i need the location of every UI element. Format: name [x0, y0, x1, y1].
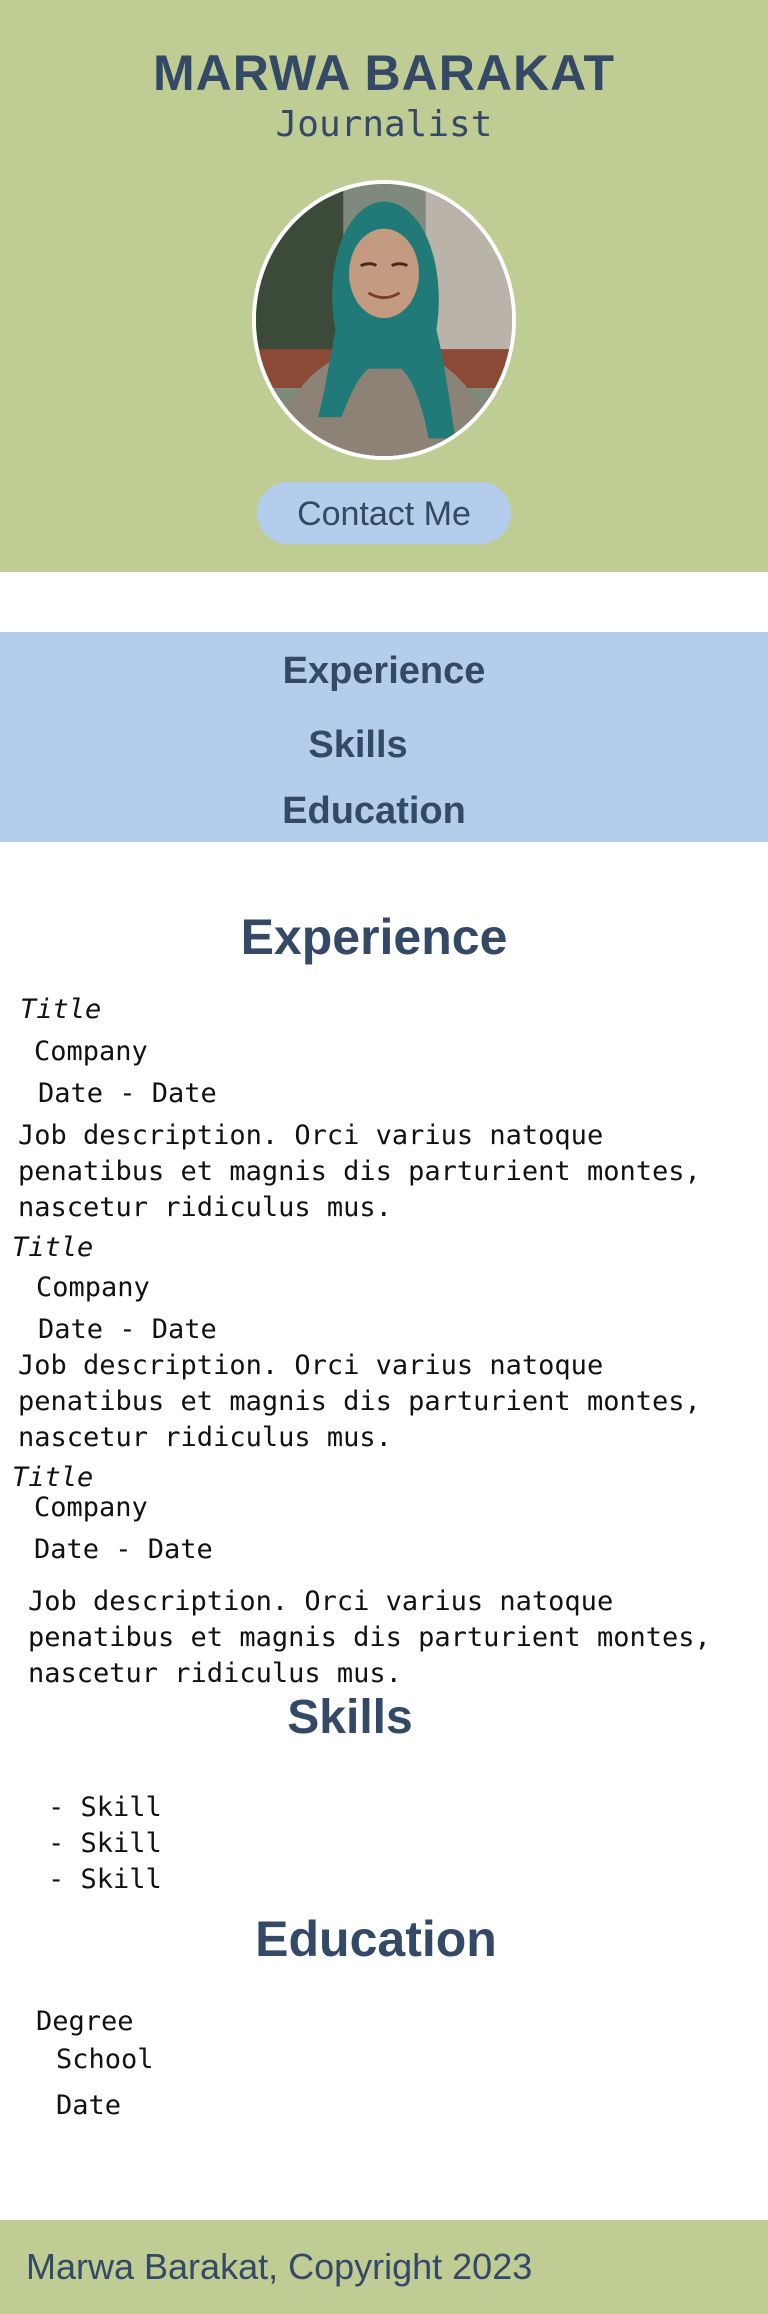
- experience-heading: Experience: [240, 909, 508, 965]
- profile-name: MARWA BARAKAT: [152, 45, 616, 101]
- job-dates: Date - Date: [38, 1078, 217, 1109]
- nav-link-skills[interactable]: Skills: [0, 724, 742, 767]
- nav-link-education[interactable]: Education: [0, 790, 758, 833]
- job-company: Company: [36, 1272, 150, 1303]
- job-company: Company: [34, 1492, 148, 1523]
- skill-item: - Skill: [48, 1828, 162, 1859]
- profile-header: MARWA BARAKAT Journalist Contact Me: [0, 0, 768, 572]
- job-dates: Date - Date: [34, 1534, 213, 1565]
- contact-me-button[interactable]: Contact Me: [257, 482, 511, 544]
- education-degree: Degree: [36, 2006, 134, 2037]
- job-description: Job description. Orci varius natoque pen…: [18, 1350, 701, 1453]
- job-title: Title: [20, 994, 102, 1025]
- education-school: School: [56, 2044, 154, 2075]
- skills-heading: Skills: [287, 1691, 413, 1744]
- education-date: Date: [56, 2090, 122, 2121]
- page-footer: Marwa Barakat, Copyright 2023: [0, 2220, 768, 2314]
- section-nav: Experience Skills Education: [0, 632, 768, 842]
- skill-item: - Skill: [48, 1792, 162, 1823]
- skill-item: - Skill: [48, 1864, 162, 1895]
- education-heading: Education: [255, 1911, 497, 1967]
- profile-photo-image: [256, 184, 512, 456]
- copyright-text: Marwa Barakat, Copyright 2023: [26, 2246, 533, 2287]
- job-description: Job description. Orci varius natoque pen…: [28, 1586, 711, 1689]
- job-dates: Date - Date: [38, 1314, 217, 1345]
- job-company: Company: [34, 1036, 148, 1067]
- job-description: Job description. Orci varius natoque pen…: [18, 1120, 701, 1223]
- job-title: Title: [12, 1462, 94, 1493]
- job-title: Title: [12, 1232, 94, 1263]
- profile-photo: [252, 180, 516, 460]
- profile-role: Journalist: [275, 104, 493, 145]
- nav-link-experience[interactable]: Experience: [0, 650, 768, 693]
